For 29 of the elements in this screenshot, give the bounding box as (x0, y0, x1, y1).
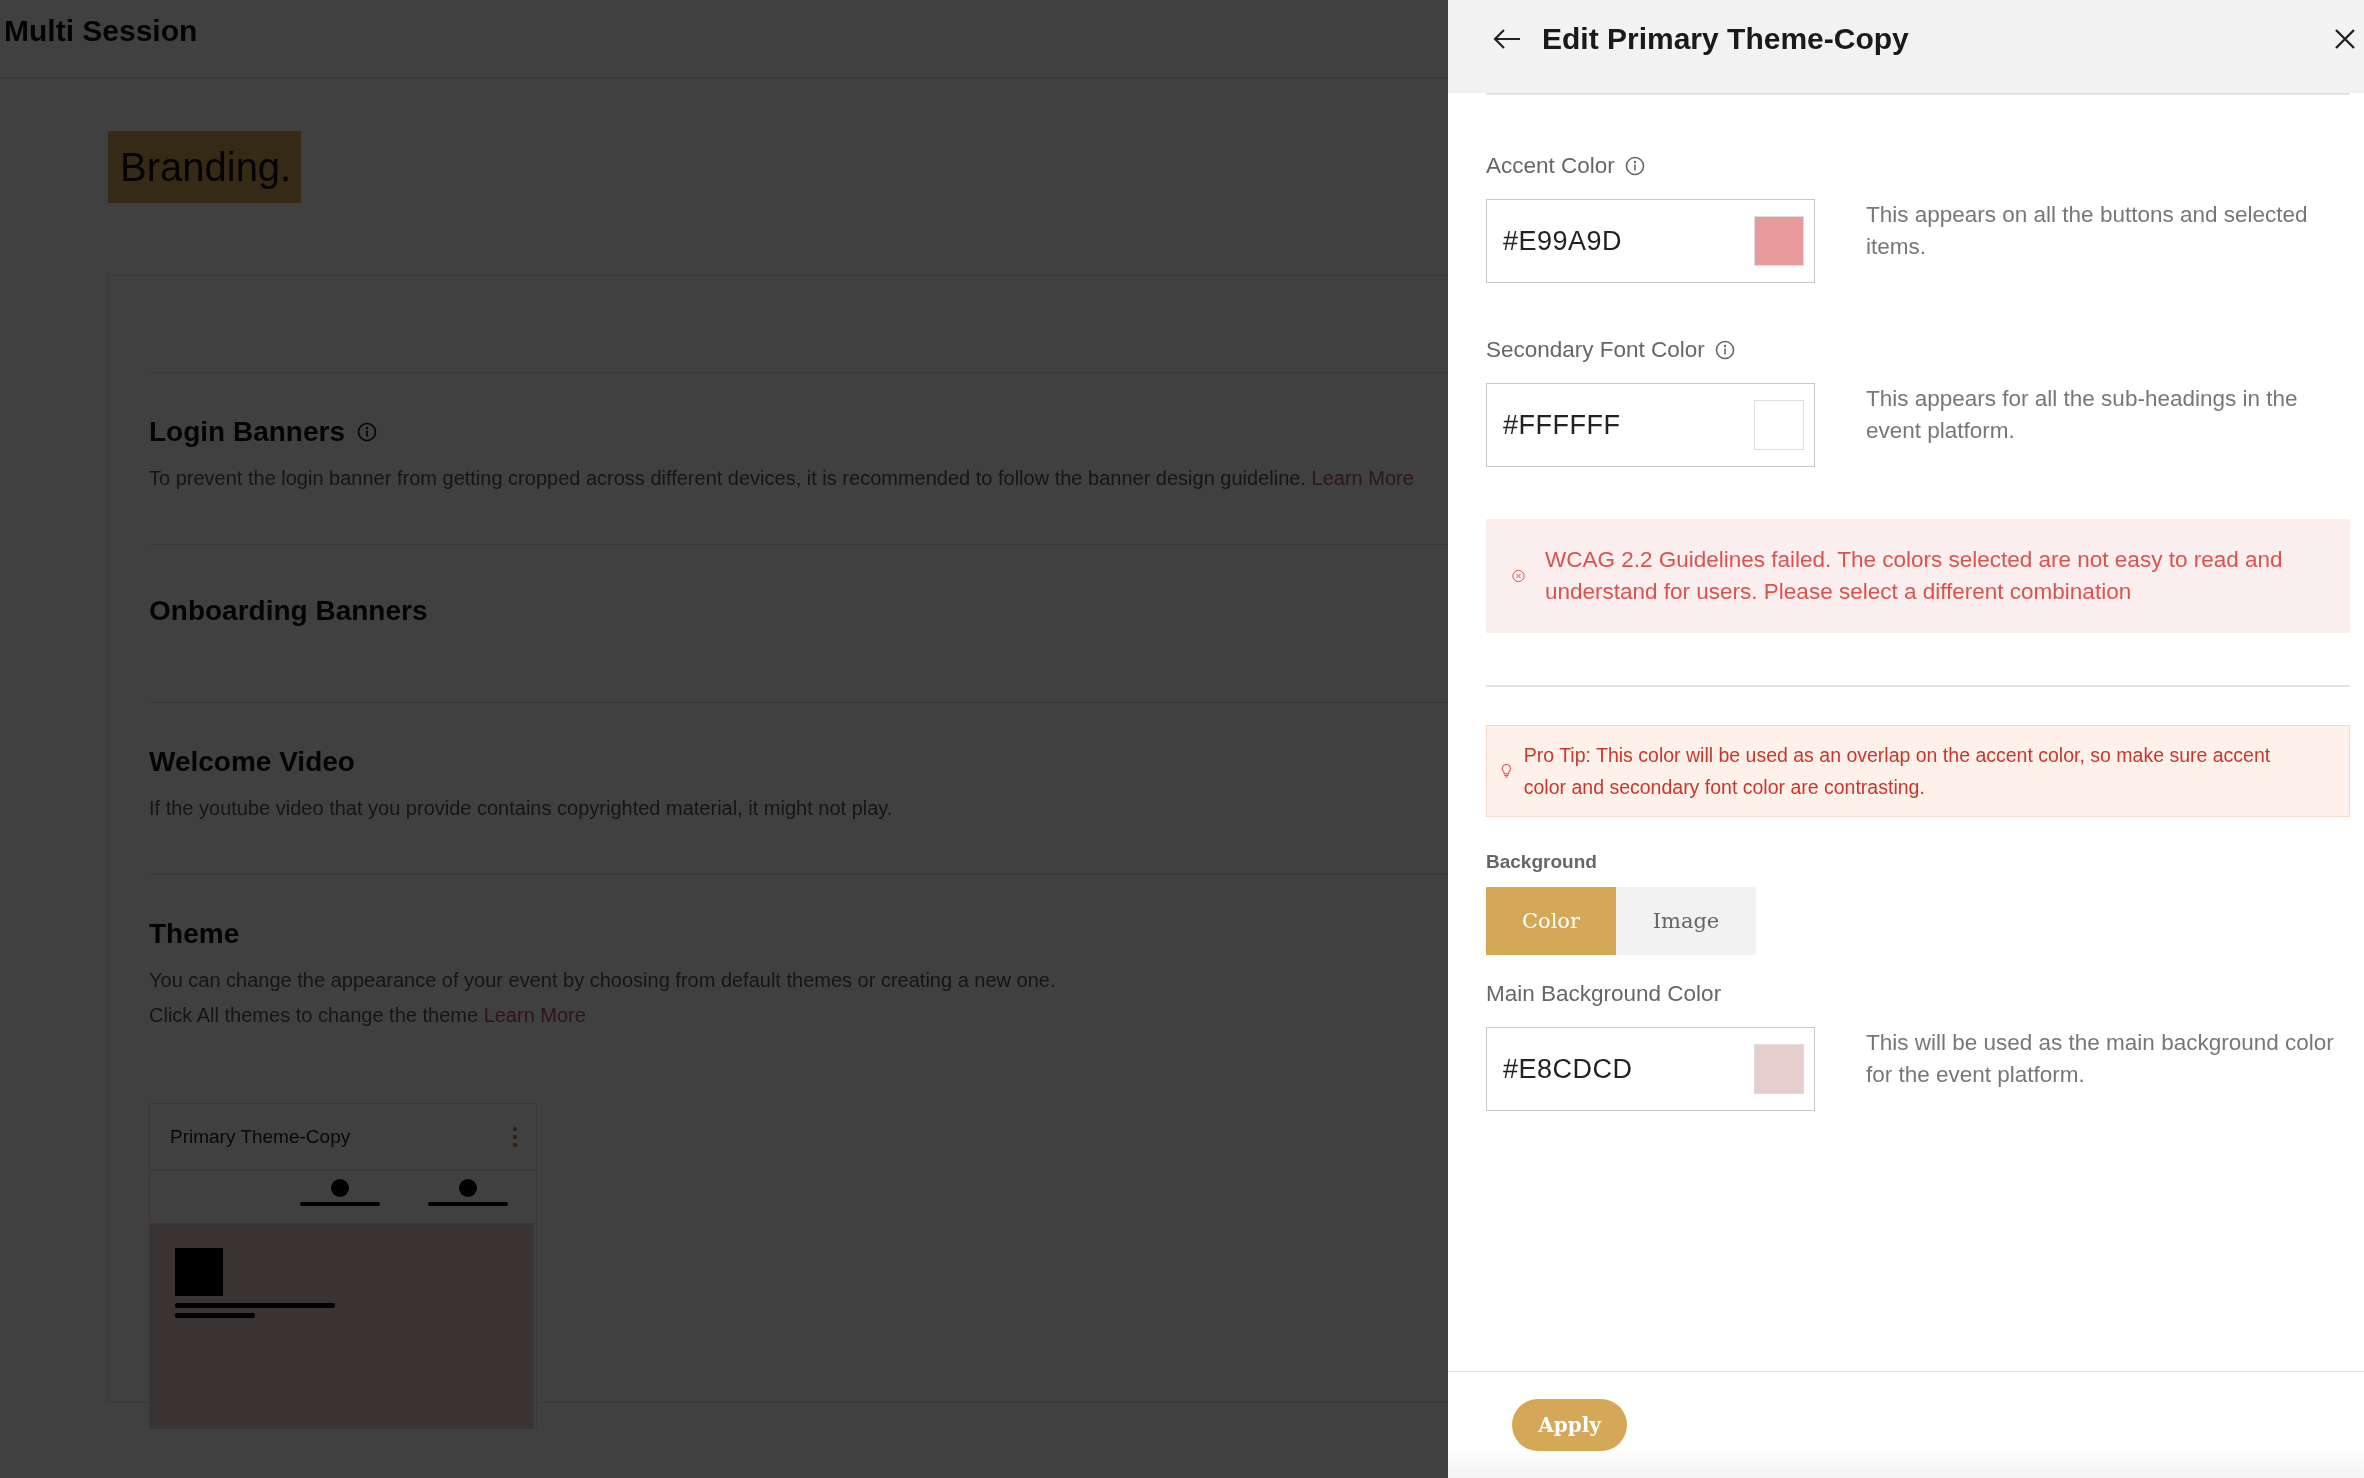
color-swatch[interactable] (1754, 400, 1804, 450)
field-label: Secondary Font Color (1486, 337, 1705, 363)
color-input-field[interactable]: #FFFFFF (1486, 383, 1815, 467)
section-title: Onboarding Banners (149, 594, 428, 628)
field-hint: This appears for all the sub-headings in the event platform. (1866, 385, 2299, 445)
color-input-field[interactable]: #E99A9D (1486, 199, 1815, 283)
info-icon[interactable] (1624, 156, 1645, 176)
close-icon[interactable] (2334, 28, 2356, 50)
section-title: Welcome Video (149, 745, 355, 779)
back-arrow-icon[interactable] (1492, 27, 1522, 50)
field-hint: This appears on all the buttons and selected items. (1866, 201, 2309, 261)
panel-title: Edit Primary Theme-Copy (1542, 21, 1909, 56)
background-label: Background (1486, 851, 1598, 873)
field-label: Accent Color (1486, 153, 1615, 179)
background-type-tab[interactable]: Color (1486, 887, 1616, 955)
info-icon[interactable] (1714, 340, 1735, 360)
section-title: Theme (149, 917, 240, 951)
color-swatch[interactable] (1754, 1044, 1804, 1094)
background-type-tab[interactable]: Image (1616, 887, 1756, 955)
tip-text: Pro Tip: This color will be used as an overlap on the accent color, so make sure accent color and secondary font color are contrasting. (1523, 743, 2272, 800)
apply-button[interactable]: Apply (1512, 1399, 1627, 1451)
section-title: Login Banners (149, 415, 345, 449)
field-hint: This will be used as the main background color for the event platform. (1866, 1029, 2335, 1089)
page-title: Multi Session (4, 14, 198, 48)
color-input-field[interactable]: #E8CDCD (1486, 1027, 1815, 1111)
error-message: WCAG 2.2 Guidelines failed. The colors selected are not easy to read and understand for users. Please select a different combination (1545, 546, 2284, 606)
theme-name: Primary Theme-Copy (170, 1126, 351, 1148)
field-label: Main Background Color (1486, 981, 1722, 1007)
color-swatch[interactable] (1754, 216, 1804, 266)
